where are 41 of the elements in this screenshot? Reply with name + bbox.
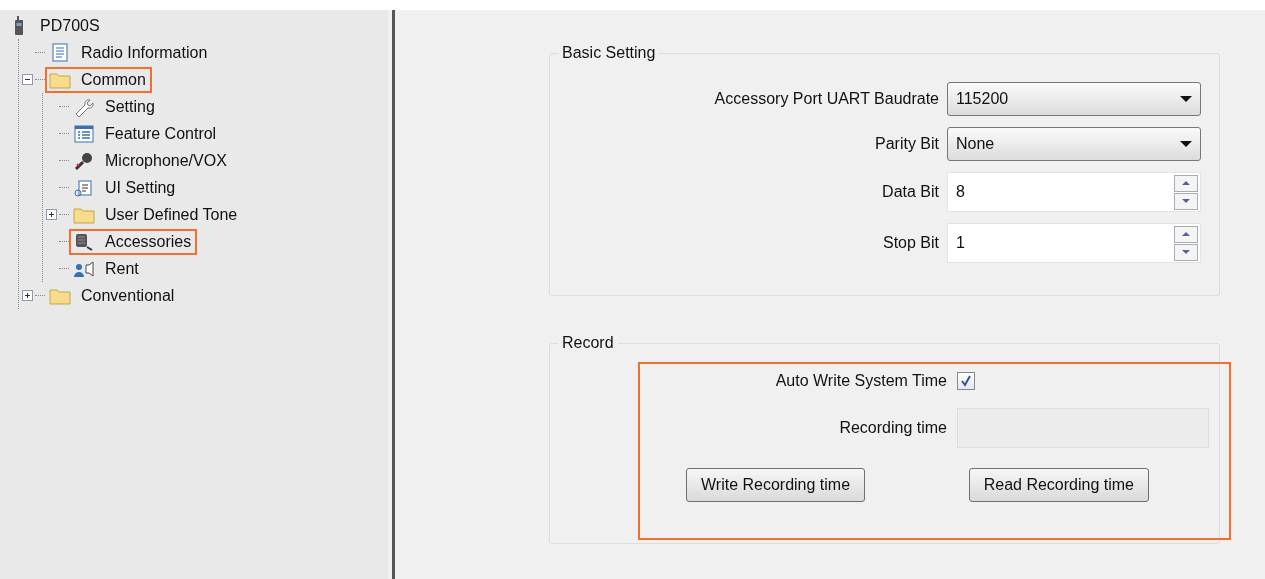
spin-field[interactable]: 8 xyxy=(947,172,1201,212)
list-icon xyxy=(73,123,95,144)
group-title: Record xyxy=(561,334,615,352)
tree-item-label[interactable]: Common xyxy=(81,70,146,89)
dropdown[interactable]: None xyxy=(947,127,1201,161)
tree-item-label[interactable]: User Defined Tone xyxy=(105,205,238,224)
field-label: Data Bit xyxy=(881,183,939,201)
tree-item-label[interactable]: PD700S xyxy=(40,16,100,35)
dropdown[interactable]: 115200 xyxy=(947,82,1201,116)
tree-item-label[interactable]: Radio Information xyxy=(81,43,208,62)
spin-field[interactable]: 1 xyxy=(947,223,1201,263)
tree-item-label[interactable]: Feature Control xyxy=(105,124,217,143)
document-icon xyxy=(49,42,71,63)
field-label: Stop Bit xyxy=(881,234,939,252)
group-title: Basic Setting xyxy=(561,44,657,62)
action-button[interactable]: Read Recording time xyxy=(968,468,1149,502)
field-label: Recording time xyxy=(838,419,947,437)
field-label: Auto Write System Time xyxy=(774,372,947,390)
spin-up-button[interactable] xyxy=(1174,225,1198,243)
splitter[interactable] xyxy=(388,10,395,579)
field-label: Accessory Port UART Baudrate xyxy=(713,90,939,108)
spin-down-button[interactable] xyxy=(1174,243,1198,261)
expand-toggle[interactable] xyxy=(21,290,33,301)
collapse-toggle[interactable] xyxy=(21,74,33,85)
tree-item-label[interactable]: UI Setting xyxy=(105,178,176,197)
tree-item-label[interactable]: Accessories xyxy=(105,232,192,251)
tree-item-label[interactable]: Rent xyxy=(105,259,139,278)
spin-up-button[interactable] xyxy=(1174,174,1198,192)
settings-icon xyxy=(73,177,95,198)
action-button[interactable]: Write Recording time xyxy=(686,468,866,502)
spin-down-button[interactable] xyxy=(1174,192,1198,210)
tree-item-label[interactable]: Microphone/VOX xyxy=(105,151,227,170)
field-label: Parity Bit xyxy=(874,135,939,153)
checkbox[interactable] xyxy=(957,372,975,390)
microphone-icon xyxy=(73,150,95,171)
tree-item-label[interactable]: Conventional xyxy=(81,286,175,305)
wrench-icon xyxy=(73,96,95,117)
speaker-microphone-icon xyxy=(73,231,95,252)
tree-item-label[interactable]: Setting xyxy=(105,97,155,116)
expand-toggle[interactable] xyxy=(45,209,57,220)
user-speaker-icon xyxy=(73,258,95,279)
